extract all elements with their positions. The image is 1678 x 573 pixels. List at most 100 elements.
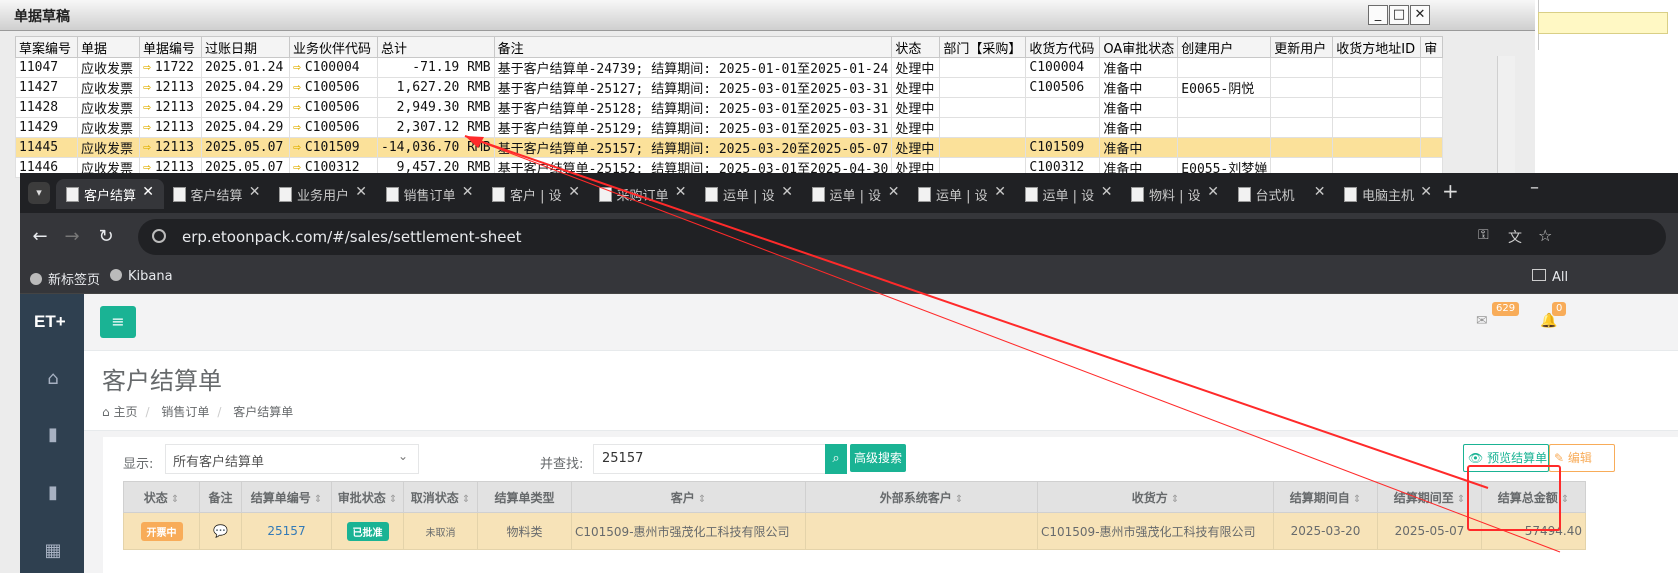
browser-tab[interactable]: 运单 | 设 ✕ [908,179,1016,209]
advanced-search-button[interactable]: 高级搜索 [850,444,906,472]
sort-icon[interactable]: ⇕ [1171,494,1179,505]
browser-tab[interactable]: 销售订单 ✕ [376,179,484,209]
link-arrow-icon[interactable]: ⇨ [293,60,301,75]
back-icon[interactable]: ← [26,223,54,251]
browser-tab[interactable]: 运单 | 设 ✕ [695,179,803,209]
sort-icon[interactable]: ⇕ [955,494,963,505]
sort-icon[interactable]: ⇕ [1353,494,1361,505]
sort-icon[interactable]: ⇕ [698,494,706,505]
home-icon[interactable]: ⌂ [42,368,64,389]
link-arrow-icon[interactable]: ⇨ [143,60,151,75]
browser-tab[interactable]: 客户结算 ✕ [56,179,164,209]
key-icon[interactable]: ⚿ [1478,227,1489,243]
close-tab-icon[interactable]: ✕ [1314,184,1326,200]
grid-row[interactable]: 11429 应收发票 ⇨ 12113 2025.04.29 ⇨ C100506 2,307.1… [15,117,1444,138]
link-arrow-icon[interactable]: ⇨ [293,80,301,95]
close-tab-icon[interactable]: ✕ [994,184,1006,200]
breadcrumb-home[interactable]: 主页 [113,405,137,419]
grid-column-header[interactable]: 收货方地址ID [1332,36,1422,58]
site-info-icon[interactable] [152,229,166,243]
column-header[interactable]: 取消状态 ⇕ [403,481,478,513]
bookmark-new-tab[interactable]: 新标签页 [30,269,100,288]
column-header[interactable]: 结算期间自 ⇕ [1273,481,1378,513]
close-tab-icon[interactable]: ✕ [781,184,793,200]
all-bookmarks[interactable]: All [1532,269,1568,285]
maximize-button[interactable]: □ [1389,5,1409,25]
browser-tab[interactable]: 电脑主机 ✕ [1334,179,1442,209]
column-header[interactable]: 外部系统客户 ⇕ [805,481,1038,513]
browser-tab[interactable]: 客户 | 设 ✕ [482,179,590,209]
minimize-icon[interactable]: – [1530,177,1539,198]
envelope-icon[interactable]: ✉ [1476,313,1488,329]
link-arrow-icon[interactable]: ⇨ [143,100,151,115]
sort-icon[interactable]: ⇕ [1561,494,1569,505]
grid-column-header[interactable]: 更新用户 [1270,36,1334,58]
link-arrow-icon[interactable]: ⇨ [293,120,301,135]
close-tab-icon[interactable]: ✕ [1420,184,1432,200]
table-icon[interactable]: ▦ [42,540,64,561]
column-header[interactable]: 结算期间至 ⇕ [1377,481,1482,513]
browser-tab[interactable]: 台式机 ✕ [1228,179,1336,209]
column-header[interactable]: 审批状态 ⇕ [331,481,404,513]
close-tab-icon[interactable]: ✕ [1101,184,1113,200]
table-row[interactable]: 开票中 💬 25157 已批准 未取消 物料类 C101509-惠州市强茂化工科… [123,512,1586,550]
link-arrow-icon[interactable]: ⇨ [143,120,151,135]
grid-column-header[interactable]: 状态 [891,36,941,58]
close-tab-icon[interactable]: ✕ [568,184,580,200]
bar-chart-icon[interactable]: ▮ [42,482,64,503]
sort-icon[interactable]: ⇕ [1457,494,1465,505]
grid-column-header[interactable]: 备注 [493,36,893,58]
column-header[interactable]: 结算总金额 ⇕ [1481,481,1586,513]
column-header[interactable]: 状态 ⇕ [123,481,200,513]
browser-tab[interactable]: 运单 | 设 ✕ [1015,179,1123,209]
sort-icon[interactable]: ⇕ [171,494,179,505]
grid-scrollbar[interactable] [1497,56,1515,173]
grid-column-header[interactable]: 业务伙伴代码 [289,36,378,58]
reload-icon[interactable]: ↻ [92,223,120,251]
link-arrow-icon[interactable]: ⇨ [293,140,301,155]
new-tab-icon[interactable]: + [1442,179,1459,203]
sort-icon[interactable]: ⇕ [314,494,322,505]
link-arrow-icon[interactable]: ⇨ [143,80,151,95]
minimize-button[interactable]: _ [1368,5,1388,25]
grid-column-header[interactable]: 草案编号 [15,36,78,58]
close-tab-icon[interactable]: ✕ [462,184,474,200]
search-icon[interactable]: ⌕ [825,444,847,474]
browser-tab[interactable]: 客户结算 ✕ [163,179,271,209]
link-arrow-icon[interactable]: ⇨ [143,140,151,155]
close-tab-icon[interactable]: ✕ [249,184,261,200]
tab-search-icon[interactable]: ▾ [28,182,50,204]
star-icon[interactable]: ☆ [1538,226,1552,245]
link-arrow-icon[interactable]: ⇨ [293,100,301,115]
grid-row[interactable]: 11427 应收发票 ⇨ 12113 2025.04.29 ⇨ C100506 1,627.2… [15,77,1444,98]
grid-column-header[interactable]: 单据 [77,36,140,58]
sort-icon[interactable]: ⇕ [389,494,397,505]
remark-icon[interactable]: 💬 [199,512,242,550]
show-select[interactable]: 所有客户结算单 ⌄ [165,444,419,474]
settlement-number-link[interactable]: 25157 [241,512,332,550]
grid-column-header[interactable]: 部门【采购】 [939,36,1027,58]
column-header[interactable]: 结算单类型 [477,481,572,513]
grid-row[interactable]: 11047 应收发票 ⇨ 11722 2025.01.24 ⇨ C100004 -71.19 … [15,57,1444,78]
grid-column-header[interactable]: 总计 [377,36,495,58]
search-input[interactable]: 25157 [593,444,827,474]
column-header[interactable]: 结算单编号 ⇕ [241,481,332,513]
bar-chart-icon[interactable]: ▮ [42,424,64,445]
browser-tab[interactable]: 物料 | 设 ✕ [1121,179,1229,209]
menu-toggle-button[interactable]: ≡ [100,306,136,338]
browser-tab[interactable]: 运单 | 设 ✕ [802,179,910,209]
browser-tab[interactable]: 采购订单 ✕ [589,179,697,209]
close-tab-icon[interactable]: ✕ [675,184,687,200]
grid-column-header[interactable]: OA审批状态 [1099,36,1179,58]
grid-column-header[interactable]: 创建用户 [1177,36,1272,58]
grid-column-header[interactable]: 单据编号 [139,36,202,58]
edit-button[interactable]: ✎ 编辑 [1549,444,1615,472]
address-bar[interactable]: erp.etoonpack.com/#/sales/settlement-she… [138,219,1666,255]
browser-tab[interactable]: 业务用户 ✕ [269,179,377,209]
grid-column-header[interactable]: 审 [1420,36,1444,58]
column-header[interactable]: 客户 ⇕ [571,481,806,513]
column-header[interactable]: 收货方 ⇕ [1037,481,1274,513]
close-tab-icon[interactable]: ✕ [1207,184,1219,200]
close-button[interactable]: ✕ [1410,5,1430,25]
close-tab-icon[interactable]: ✕ [355,184,367,200]
